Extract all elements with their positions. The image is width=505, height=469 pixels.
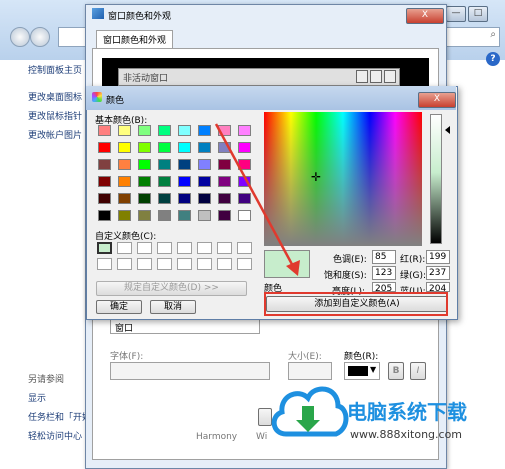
cloud-logo-icon (271, 386, 349, 437)
watermark-url: www.888xitong.com (350, 428, 463, 441)
watermark-title: 电脑系统下载 (347, 400, 467, 424)
